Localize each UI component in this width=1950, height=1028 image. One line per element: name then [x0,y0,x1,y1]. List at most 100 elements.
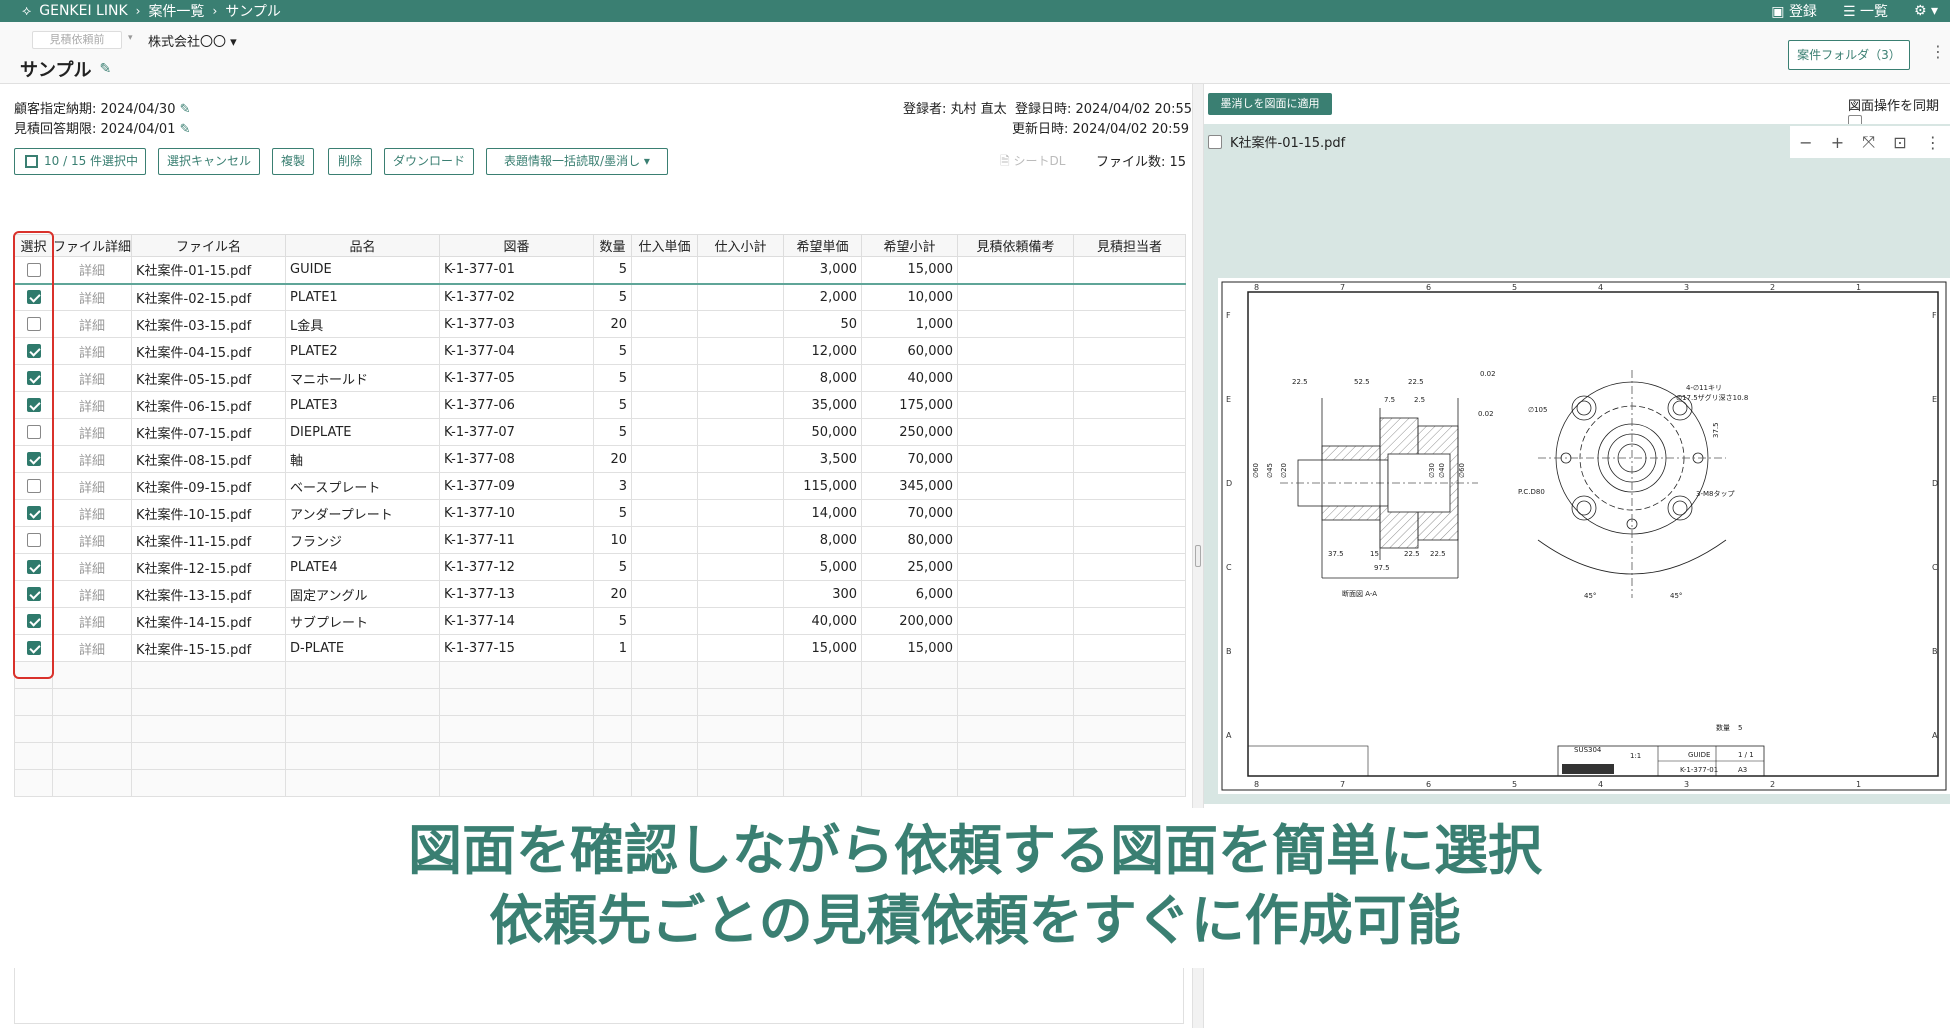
quote-note-cell[interactable] [957,337,1075,365]
select-count-button[interactable]: 10 / 15 件選択中 [14,148,146,175]
desired-unit-cell[interactable]: 3,000 [783,256,863,285]
quote-note-cell[interactable] [957,472,1075,500]
settings-menu[interactable]: ⚙ ▾ [1914,3,1938,19]
desired-unit-cell[interactable]: 3,500 [783,445,863,473]
column-header[interactable]: 数量 [593,234,633,257]
desired-unit-cell[interactable]: 50 [783,310,863,338]
detail-link[interactable]: 詳細 [51,580,133,608]
drawing-number-cell[interactable]: K-1-377-02 [439,283,595,311]
assignee-cell[interactable] [1073,445,1187,473]
quantity-cell[interactable]: 5 [593,256,633,285]
detail-link[interactable]: 詳細 [51,364,133,392]
desired-unit-cell[interactable]: 115,000 [783,472,863,500]
table-row[interactable]: 詳細 K社案件-14-15.pdf サブプレート K-1-377-14 5 40,000 2… [14,607,1187,635]
item-name-cell[interactable]: PLATE3 [285,391,441,419]
purchase-unit-cell[interactable] [631,256,699,285]
desired-unit-cell[interactable]: 15,000 [783,634,863,662]
detail-link[interactable]: 詳細 [51,634,133,662]
company-selector[interactable]: 株式会社〇〇 ▾ [148,31,237,50]
chevron-down-icon[interactable]: ▾ [128,33,133,43]
purchase-unit-cell[interactable] [631,499,699,527]
drawing-number-cell[interactable]: K-1-377-03 [439,310,595,338]
zoom-out-icon[interactable]: − [1799,133,1812,152]
table-row[interactable]: 詳細 K社案件-08-15.pdf 軸 K-1-377-08 20 3,500 70,000 [14,445,1187,473]
file-name-cell[interactable]: K社案件-12-15.pdf [131,553,287,581]
item-name-cell[interactable]: 軸 [285,445,441,473]
item-name-cell[interactable]: PLATE1 [285,283,441,311]
quantity-cell[interactable]: 5 [593,553,633,581]
table-row[interactable]: 詳細 K社案件-09-15.pdf ベースプレート K-1-377-09 3 115,00… [14,472,1187,500]
quote-note-cell[interactable] [957,553,1075,581]
assignee-cell[interactable] [1073,364,1187,392]
drawing-number-cell[interactable]: K-1-377-01 [439,256,595,285]
table-row[interactable]: 詳細 K社案件-13-15.pdf 固定アングル K-1-377-13 20 300 6,0… [14,580,1187,608]
item-name-cell[interactable]: マニホールド [285,364,441,392]
desired-unit-cell[interactable]: 8,000 [783,364,863,392]
breadcrumb-projects[interactable]: 案件一覧 [148,1,204,21]
item-name-cell[interactable]: フランジ [285,526,441,554]
list-button[interactable]: ☰ 一覧 [1843,1,1888,21]
assignee-cell[interactable] [1073,310,1187,338]
detail-link[interactable]: 詳細 [51,553,133,581]
desired-unit-cell[interactable]: 5,000 [783,553,863,581]
item-name-cell[interactable]: 固定アングル [285,580,441,608]
quantity-cell[interactable]: 10 [593,526,633,554]
file-name-cell[interactable]: K社案件-06-15.pdf [131,391,287,419]
assignee-cell[interactable] [1073,256,1187,285]
drawing-number-cell[interactable]: K-1-377-15 [439,634,595,662]
purchase-unit-cell[interactable] [631,310,699,338]
desired-unit-cell[interactable]: 35,000 [783,391,863,419]
drawing-number-cell[interactable]: K-1-377-12 [439,553,595,581]
zoom-in-icon[interactable]: + [1831,133,1844,152]
drawing-number-cell[interactable]: K-1-377-07 [439,418,595,446]
drawing-number-cell[interactable]: K-1-377-08 [439,445,595,473]
quote-note-cell[interactable] [957,634,1075,662]
column-header[interactable]: 図番 [439,234,595,257]
purchase-unit-cell[interactable] [631,607,699,635]
quantity-cell[interactable]: 20 [593,310,633,338]
more-icon[interactable]: ⋮ [1925,133,1941,152]
register-button[interactable]: ▣ 登録 [1771,1,1817,21]
desired-unit-cell[interactable]: 12,000 [783,337,863,365]
quote-note-cell[interactable] [957,526,1075,554]
file-name-cell[interactable]: K社案件-09-15.pdf [131,472,287,500]
item-name-cell[interactable]: L金具 [285,310,441,338]
detail-link[interactable]: 詳細 [51,499,133,527]
quote-note-cell[interactable] [957,499,1075,527]
area-zoom-icon[interactable]: ⊡ [1893,133,1906,152]
column-header[interactable]: 仕入単価 [631,234,699,257]
file-name-cell[interactable]: K社案件-13-15.pdf [131,580,287,608]
desired-unit-cell[interactable]: 8,000 [783,526,863,554]
item-name-cell[interactable]: PLATE2 [285,337,441,365]
breadcrumb-home[interactable]: GENKEI LINK [39,3,127,19]
detail-link[interactable]: 詳細 [51,310,133,338]
purchase-unit-cell[interactable] [631,391,699,419]
desired-unit-cell[interactable]: 40,000 [783,607,863,635]
assignee-cell[interactable] [1073,634,1187,662]
column-header[interactable]: 希望小計 [861,234,959,257]
bulk-read-dropdown[interactable]: 表題情報一括読取/墨消し ▾ [486,148,668,175]
file-name-cell[interactable]: K社案件-07-15.pdf [131,418,287,446]
quantity-cell[interactable]: 20 [593,580,633,608]
item-name-cell[interactable]: アンダープレート [285,499,441,527]
quantity-cell[interactable]: 5 [593,418,633,446]
purchase-unit-cell[interactable] [631,580,699,608]
splitter-grip-icon[interactable] [1195,545,1201,567]
purchase-unit-cell[interactable] [631,418,699,446]
quantity-cell[interactable]: 5 [593,337,633,365]
table-row[interactable]: 詳細 K社案件-06-15.pdf PLATE3 K-1-377-06 5 35,000 1… [14,391,1187,419]
purchase-unit-cell[interactable] [631,472,699,500]
drawing-number-cell[interactable]: K-1-377-09 [439,472,595,500]
drawing-number-cell[interactable]: K-1-377-06 [439,391,595,419]
download-button[interactable]: ダウンロード [384,148,474,175]
table-row[interactable]: 詳細 K社案件-10-15.pdf アンダープレート K-1-377-10 5 14,00… [14,499,1187,527]
quantity-cell[interactable]: 5 [593,499,633,527]
quote-note-cell[interactable] [957,580,1075,608]
detail-link[interactable]: 詳細 [51,337,133,365]
assignee-cell[interactable] [1073,607,1187,635]
delete-button[interactable]: 削除 [328,148,372,175]
desired-unit-cell[interactable]: 300 [783,580,863,608]
file-name-cell[interactable]: K社案件-08-15.pdf [131,445,287,473]
item-name-cell[interactable]: ベースプレート [285,472,441,500]
viewer-file-checkbox[interactable] [1208,134,1222,149]
